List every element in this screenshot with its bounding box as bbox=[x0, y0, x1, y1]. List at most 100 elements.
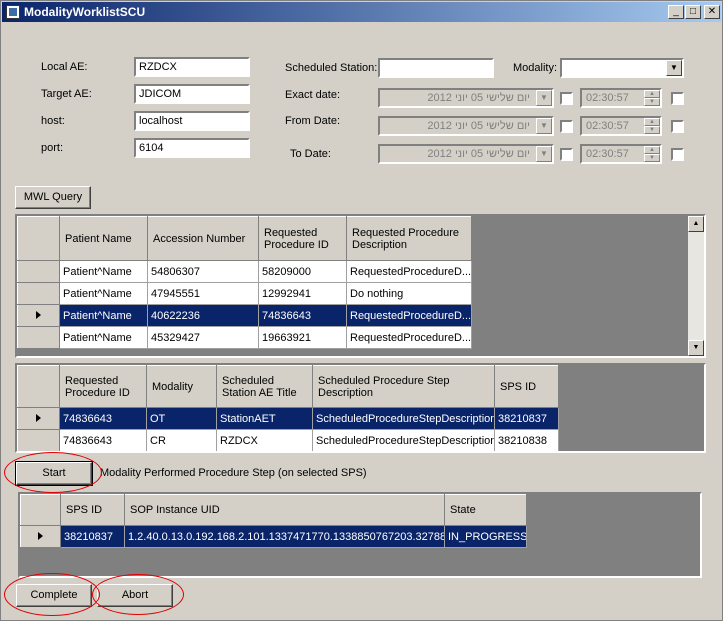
host-field[interactable]: localhost bbox=[134, 111, 250, 131]
time-spinner[interactable]: ▲ ▼ bbox=[644, 118, 660, 134]
cell[interactable]: Patient^Name bbox=[59, 282, 148, 305]
col-modality[interactable]: Modality bbox=[146, 365, 217, 408]
cell[interactable]: StationAET bbox=[216, 407, 313, 430]
time-spinner[interactable]: ▲ ▼ bbox=[644, 90, 660, 106]
cell[interactable]: 1.2.40.0.13.0.192.168.2.101.1337471770.1… bbox=[124, 525, 445, 548]
chevron-down-icon[interactable]: ▼ bbox=[536, 146, 552, 162]
cell[interactable]: CR bbox=[146, 429, 217, 451]
cell[interactable]: 74836643 bbox=[258, 304, 347, 327]
exact-time-picker[interactable]: 02:30:57 ▲ ▼ bbox=[580, 88, 662, 108]
to-date-picker[interactable]: יום שלישי 05 יוני 2012 ▼ bbox=[378, 144, 554, 164]
target-ae-field[interactable]: JDICOM bbox=[134, 84, 250, 104]
row-header[interactable] bbox=[17, 260, 60, 283]
from-time-picker[interactable]: 02:30:57 ▲ ▼ bbox=[580, 116, 662, 136]
cell[interactable]: RequestedProcedureD... bbox=[346, 260, 472, 283]
row-header[interactable] bbox=[17, 282, 60, 305]
cell[interactable]: OT bbox=[146, 407, 217, 430]
table-row[interactable]: Patient^Name 54806307 58209000 Requested… bbox=[17, 260, 472, 283]
col-requested-procedure-id[interactable]: Requested Procedure ID bbox=[258, 216, 347, 261]
cell[interactable]: 38210837 bbox=[60, 525, 125, 548]
exact-date-checkbox[interactable] bbox=[560, 92, 573, 105]
cell[interactable]: RequestedProcedureD... bbox=[346, 326, 472, 349]
col-state[interactable]: State bbox=[444, 494, 527, 526]
col-patient-name[interactable]: Patient Name bbox=[59, 216, 148, 261]
table-row[interactable]: 74836643 CR RZDCX ScheduledProcedureStep… bbox=[17, 429, 559, 451]
cell[interactable]: Patient^Name bbox=[59, 304, 148, 327]
complete-button[interactable]: Complete bbox=[16, 584, 92, 607]
cell[interactable]: RequestedProcedureD... bbox=[346, 304, 472, 327]
from-time-checkbox[interactable] bbox=[671, 120, 684, 133]
mwl-query-button[interactable]: MWL Query bbox=[15, 186, 91, 209]
col-sps-id[interactable]: SPS ID bbox=[60, 494, 125, 526]
to-date-value: יום שלישי 05 יוני 2012 bbox=[427, 148, 530, 160]
scheduled-station-field[interactable] bbox=[378, 58, 494, 78]
close-button[interactable]: ✕ bbox=[704, 5, 720, 19]
from-date-picker[interactable]: יום שלישי 05 יוני 2012 ▼ bbox=[378, 116, 554, 136]
col-sop-instance-uid[interactable]: SOP Instance UID bbox=[124, 494, 445, 526]
cell[interactable]: 38210837 bbox=[494, 407, 559, 430]
cell[interactable]: 45329427 bbox=[147, 326, 259, 349]
cell[interactable]: 58209000 bbox=[258, 260, 347, 283]
cell[interactable]: 12992941 bbox=[258, 282, 347, 305]
maximize-button[interactable]: □ bbox=[685, 5, 701, 19]
cell[interactable]: Patient^Name bbox=[59, 326, 148, 349]
modality-label: Modality: bbox=[513, 62, 558, 74]
mpps-grid[interactable]: SPS ID SOP Instance UID State 38210837 1… bbox=[18, 492, 702, 578]
col-scheduled-station-ae-title[interactable]: Scheduled Station AE Title bbox=[216, 365, 313, 408]
cell[interactable]: Do nothing bbox=[346, 282, 472, 305]
start-button[interactable]: Start bbox=[15, 461, 93, 486]
cell[interactable]: 38210838 bbox=[494, 429, 559, 451]
chevron-down-icon[interactable]: ▼ bbox=[666, 60, 682, 76]
cell[interactable]: Patient^Name bbox=[59, 260, 148, 283]
sps-grid[interactable]: Requested Procedure ID Modality Schedule… bbox=[15, 363, 706, 453]
cell[interactable]: ScheduledProcedureStepDescription bbox=[312, 429, 495, 451]
exact-time-checkbox[interactable] bbox=[671, 92, 684, 105]
cell[interactable]: 74836643 bbox=[59, 407, 147, 430]
cell[interactable]: 19663921 bbox=[258, 326, 347, 349]
time-spinner[interactable]: ▲ ▼ bbox=[644, 146, 660, 162]
worklist-scrollbar[interactable]: ▲ ▼ bbox=[688, 216, 704, 356]
col-requested-procedure-description[interactable]: Requested Procedure Description bbox=[346, 216, 472, 261]
cell[interactable]: 47945551 bbox=[147, 282, 259, 305]
table-row-selected[interactable]: 74836643 OT StationAET ScheduledProcedur… bbox=[17, 407, 559, 430]
col-sps-id[interactable]: SPS ID bbox=[494, 365, 559, 408]
table-row-selected[interactable]: Patient^Name 40622236 74836643 Requested… bbox=[17, 304, 472, 327]
exact-date-value: יום שלישי 05 יוני 2012 bbox=[427, 92, 530, 104]
row-pointer-icon bbox=[38, 531, 43, 540]
target-ae-label: Target AE: bbox=[41, 88, 92, 100]
title-bar[interactable]: ModalityWorklistSCU _ □ ✕ bbox=[2, 2, 721, 22]
to-time-checkbox[interactable] bbox=[671, 148, 684, 161]
cell[interactable]: 74836643 bbox=[59, 429, 147, 451]
cell[interactable]: 40622236 bbox=[147, 304, 259, 327]
row-pointer-icon bbox=[36, 310, 41, 319]
to-date-checkbox[interactable] bbox=[560, 148, 573, 161]
modality-select[interactable]: ▼ bbox=[560, 58, 684, 78]
row-header[interactable] bbox=[17, 326, 60, 349]
cell[interactable]: IN_PROGRESS bbox=[444, 525, 527, 548]
cell[interactable]: RZDCX bbox=[216, 429, 313, 451]
minimize-button[interactable]: _ bbox=[668, 5, 684, 19]
col-accession-number[interactable]: Accession Number bbox=[147, 216, 259, 261]
table-row-selected[interactable]: 38210837 1.2.40.0.13.0.192.168.2.101.133… bbox=[20, 525, 527, 548]
cell[interactable]: ScheduledProcedureStepDescription bbox=[312, 407, 495, 430]
row-header[interactable] bbox=[17, 429, 60, 451]
row-header[interactable] bbox=[17, 304, 60, 327]
col-requested-procedure-id[interactable]: Requested Procedure ID bbox=[59, 365, 147, 408]
row-header[interactable] bbox=[17, 407, 60, 430]
chevron-down-icon[interactable]: ▼ bbox=[536, 118, 552, 134]
scroll-up-icon[interactable]: ▲ bbox=[688, 216, 704, 232]
to-time-picker[interactable]: 02:30:57 ▲ ▼ bbox=[580, 144, 662, 164]
cell[interactable]: 54806307 bbox=[147, 260, 259, 283]
port-field[interactable]: 6104 bbox=[134, 138, 250, 158]
abort-button[interactable]: Abort bbox=[97, 584, 173, 607]
table-row[interactable]: Patient^Name 45329427 19663921 Requested… bbox=[17, 326, 472, 349]
row-header[interactable] bbox=[20, 525, 61, 548]
col-sps-description[interactable]: Scheduled Procedure Step Description bbox=[312, 365, 495, 408]
table-row[interactable]: Patient^Name 47945551 12992941 Do nothin… bbox=[17, 282, 472, 305]
local-ae-field[interactable]: RZDCX bbox=[134, 57, 250, 77]
scroll-down-icon[interactable]: ▼ bbox=[688, 340, 704, 356]
exact-date-picker[interactable]: יום שלישי 05 יוני 2012 ▼ bbox=[378, 88, 554, 108]
from-date-checkbox[interactable] bbox=[560, 120, 573, 133]
chevron-down-icon[interactable]: ▼ bbox=[536, 90, 552, 106]
worklist-grid[interactable]: Patient Name Accession Number Requested … bbox=[15, 214, 706, 358]
